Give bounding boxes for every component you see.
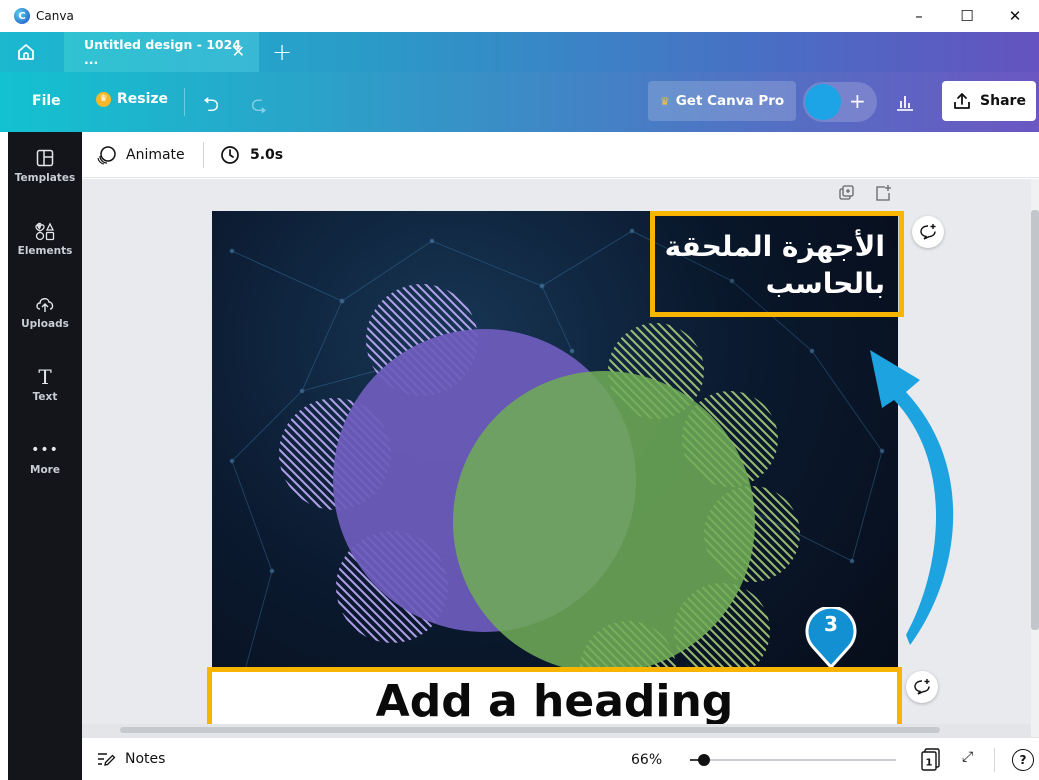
canva-app-window: C Canva – ☐ ✕ Untitled design - 1024 ...… xyxy=(0,0,1039,780)
canva-logo-icon: C xyxy=(14,8,30,24)
duplicate-page-icon[interactable] xyxy=(838,184,856,206)
help-button[interactable]: ? xyxy=(1012,749,1034,771)
minimize-button[interactable]: – xyxy=(895,0,943,32)
bottombar-divider xyxy=(994,748,995,772)
resize-label: Resize xyxy=(117,91,169,107)
sidebar-item-elements[interactable]: Elements xyxy=(8,219,82,279)
arabic-title-text[interactable]: الأجهزة الملحقة بالحاسب xyxy=(655,228,885,302)
add-comment-button[interactable] xyxy=(906,671,938,703)
pro-crown-icon: ♛ xyxy=(659,94,670,108)
add-page-icon[interactable] xyxy=(874,184,892,206)
fullscreen-icon[interactable]: ⤢ xyxy=(962,749,973,765)
resize-button[interactable]: ♛ Resize xyxy=(96,91,168,107)
sidebar-item-more[interactable]: ••• More xyxy=(8,438,82,498)
notes-label: Notes xyxy=(125,751,166,767)
sidebar-item-label: Elements xyxy=(17,245,73,257)
file-menu-button[interactable]: File xyxy=(32,93,61,109)
zoom-percentage[interactable]: 66% xyxy=(631,752,662,768)
tab-bar: Untitled design - 1024 ... ✕ + xyxy=(0,32,1039,72)
zoom-slider-track[interactable] xyxy=(690,759,896,761)
step-number: 3 xyxy=(824,612,838,636)
share-button[interactable]: Share xyxy=(942,81,1036,121)
maximize-button[interactable]: ☐ xyxy=(943,0,991,32)
heading-text[interactable]: Add a heading xyxy=(376,676,734,727)
notes-button[interactable]: Notes xyxy=(96,750,165,768)
editor-toolbar: File ♛ Resize ⮌ ⮎ ♛ Get Canva Pro + Shar… xyxy=(0,72,1039,132)
insights-chart-button[interactable] xyxy=(885,82,925,122)
add-collaborator-icon[interactable]: + xyxy=(849,89,866,113)
duration-button[interactable]: 5.0s xyxy=(220,145,283,165)
comment-add-icon xyxy=(920,224,936,240)
text-icon: T xyxy=(38,365,52,389)
uploads-icon xyxy=(34,292,56,316)
animate-label: Animate xyxy=(126,147,185,163)
annotation-arrow xyxy=(870,350,954,645)
get-canva-pro-button[interactable]: ♛ Get Canva Pro xyxy=(648,81,796,121)
home-button[interactable] xyxy=(0,32,52,72)
arabic-title-text-box[interactable]: الأجهزة الملحقة بالحاسب xyxy=(650,211,904,317)
window-left-edge xyxy=(0,132,8,780)
elements-icon xyxy=(34,219,56,243)
animate-icon xyxy=(97,146,116,165)
green-circle[interactable] xyxy=(453,371,755,673)
pages-icon: 1 xyxy=(921,748,940,771)
bottom-status-bar: Notes 66% 1 ⤢ ? xyxy=(82,737,1039,780)
add-comment-button[interactable] xyxy=(912,216,944,248)
clock-icon xyxy=(221,146,239,164)
vertical-scroll-thumb[interactable] xyxy=(1031,210,1039,630)
comment-add-icon xyxy=(914,679,930,695)
subtoolbar-divider xyxy=(203,142,204,168)
avatar[interactable] xyxy=(805,84,841,120)
home-icon xyxy=(18,44,34,60)
sidebar-item-uploads[interactable]: Uploads xyxy=(8,292,82,352)
duration-label: 5.0s xyxy=(250,147,284,163)
bar-chart-icon xyxy=(897,96,913,111)
collaborators-group[interactable]: + xyxy=(803,82,877,122)
get-pro-label: Get Canva Pro xyxy=(675,93,785,109)
sidebar-item-templates[interactable]: Templates xyxy=(8,146,82,206)
share-label: Share xyxy=(980,93,1026,109)
page-count: 1 xyxy=(926,758,933,769)
animation-toolbar: Animate 5.0s xyxy=(82,132,1039,178)
notes-icon xyxy=(98,753,116,766)
sidebar-item-label: Text xyxy=(32,391,58,403)
page-grid-button[interactable]: 1 xyxy=(920,747,942,771)
templates-icon xyxy=(35,146,55,170)
close-tab-icon[interactable]: ✕ xyxy=(232,42,245,61)
toolbar-divider xyxy=(184,88,185,116)
redo-icon[interactable]: ⮎ xyxy=(251,90,267,124)
undo-icon[interactable]: ⮌ xyxy=(203,90,219,124)
share-upload-icon xyxy=(954,93,970,109)
tab-untitled-design[interactable]: Untitled design - 1024 ... ✕ xyxy=(64,32,259,72)
window-title-bar: C Canva – ☐ ✕ xyxy=(0,0,1039,32)
left-sidebar: Templates Elements Uploads T Text ••• Mo… xyxy=(8,132,82,780)
crown-icon: ♛ xyxy=(96,91,111,107)
more-icon: ••• xyxy=(31,442,59,458)
window-controls: – ☐ ✕ xyxy=(895,0,1039,32)
sidebar-item-label: Uploads xyxy=(21,318,69,330)
new-tab-button[interactable]: + xyxy=(259,32,305,72)
sidebar-item-text[interactable]: T Text xyxy=(8,365,82,425)
sidebar-item-label: More xyxy=(30,464,60,476)
window-app-name: Canva xyxy=(36,9,74,23)
close-window-button[interactable]: ✕ xyxy=(991,0,1039,32)
horizontal-scroll-thumb[interactable] xyxy=(120,727,940,733)
animate-button[interactable]: Animate xyxy=(96,145,185,165)
zoom-slider-handle[interactable] xyxy=(697,754,710,766)
sidebar-item-label: Templates xyxy=(14,172,76,184)
